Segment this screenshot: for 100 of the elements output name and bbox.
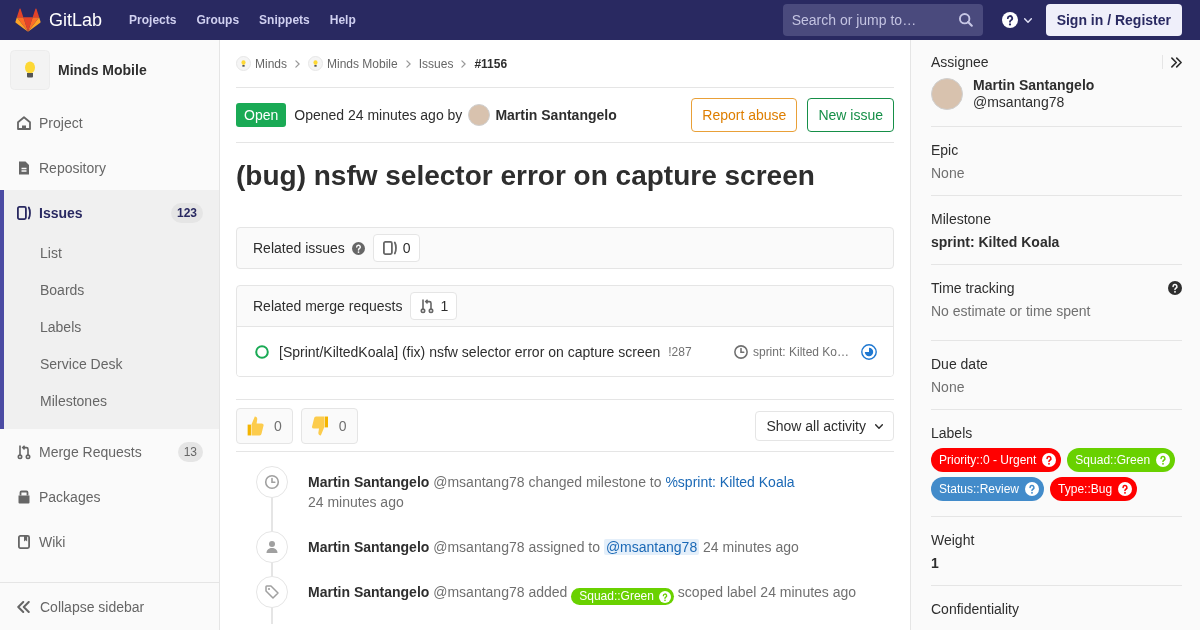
activity-filter-dropdown[interactable]: Show all activity <box>755 411 894 441</box>
milestone-text: sprint: Kilted Ko… <box>752 344 849 359</box>
document-icon <box>16 159 32 176</box>
fox-logo-icon[interactable] <box>15 8 41 32</box>
label-tag[interactable]: Type::Bug <box>1050 477 1138 501</box>
progress-circle-icon[interactable] <box>861 343 877 360</box>
section-value: None <box>931 164 966 183</box>
search-field[interactable]: Search or jump to… <box>782 4 983 36</box>
sidebar-subitem[interactable]: Boards <box>4 272 219 309</box>
question-circle-icon <box>1156 453 1171 467</box>
award-button[interactable]: 0 <box>236 408 293 444</box>
sidebar-item[interactable]: Merge Requests 13 <box>0 429 219 474</box>
section-value: 1 <box>931 554 940 573</box>
sidebar-item[interactable]: Packages <box>0 474 219 519</box>
opened-text: Opened 24 minutes ago by <box>294 107 463 123</box>
user-mention-link[interactable]: @msantang78 <box>603 539 700 555</box>
chevron-right-icon <box>461 59 467 68</box>
count-badge: 13 <box>177 441 203 462</box>
section-value: sprint: Kilted Koala <box>931 233 1061 252</box>
section-heading: Confidentiality <box>931 600 1019 619</box>
clock-icon <box>256 466 288 498</box>
label-tag[interactable]: Status::Review <box>931 477 1045 501</box>
merge-request-icon <box>419 298 436 314</box>
help-icon[interactable] <box>1168 281 1182 295</box>
question-circle-icon <box>1118 482 1133 496</box>
chevron-down-icon <box>875 423 883 429</box>
user-avatar <box>468 104 491 126</box>
nav-link[interactable]: Help <box>329 12 356 28</box>
search-icon <box>958 13 973 27</box>
lightbulb-icon <box>308 56 323 71</box>
double-chevron-left-icon <box>17 600 30 613</box>
person-icon <box>256 531 288 563</box>
breadcrumb-link[interactable]: #1156 <box>474 56 508 71</box>
breadcrumb-link[interactable]: Minds Mobile <box>308 56 398 71</box>
sidebar-item[interactable]: Issues 123 <box>4 190 219 235</box>
section-heading: Time tracking <box>931 279 1015 298</box>
chevron-right-icon <box>295 59 300 68</box>
help-icon[interactable] <box>1001 12 1018 28</box>
question-circle-icon <box>658 590 671 603</box>
project-name[interactable]: Minds Mobile <box>58 62 147 78</box>
section-heading: Epic <box>931 141 959 160</box>
section-value: None <box>931 378 966 397</box>
status-badge: Open <box>236 103 287 127</box>
collapse-sidebar-button[interactable]: Collapse sidebar <box>0 582 219 630</box>
sidebar-item[interactable]: Project <box>0 100 219 145</box>
sidebar-subitem[interactable]: Milestones <box>4 383 219 420</box>
assignee-name[interactable]: Martin Santangelo <box>973 77 1095 94</box>
merge-request-ref: !287 <box>668 344 692 359</box>
clock-icon <box>733 344 748 359</box>
merge-request-icon <box>16 443 32 460</box>
sidebar-subitem[interactable]: Labels <box>4 309 219 346</box>
count-text: 1 <box>440 298 449 314</box>
milestone-link[interactable]: %sprint: Kilted Koala <box>665 474 795 490</box>
note-text: Martin Santangelo @msantang78 changed milestone to %sprint: Kilted Koala 24 minutes ago <box>308 473 796 512</box>
count-text: 0 <box>402 240 411 256</box>
book-icon <box>16 533 32 550</box>
breadcrumb-link[interactable]: Minds <box>236 56 287 71</box>
nav-link[interactable]: Projects <box>129 12 177 28</box>
nav-link[interactable]: Snippets <box>259 12 310 28</box>
sidebar-subitem[interactable]: List <box>4 235 219 272</box>
merge-request-link[interactable]: [Sprint/KiltedKoala] (fix) nsfw selector error on capture screen <box>279 343 661 360</box>
section-title: Related merge requests <box>253 298 403 314</box>
lightbulb-icon <box>236 56 251 71</box>
breadcrumb-link[interactable]: Issues <box>418 56 454 71</box>
sign-in-button[interactable]: Sign in / Register <box>1045 4 1182 36</box>
section-heading: Weight <box>931 531 975 550</box>
issue-title: (bug) nsfw selector error on capture screen <box>236 159 816 193</box>
new-issue-button[interactable]: New issue <box>807 98 894 132</box>
issues-icon <box>16 204 32 221</box>
note-text: Martin Santangelo @msantang78 added Squad::Green scoped label 24 minutes ago <box>308 583 858 607</box>
double-chevron-right-icon[interactable] <box>1171 56 1182 68</box>
home-icon <box>16 114 32 131</box>
nav-link[interactable]: Groups <box>196 12 240 28</box>
question-circle-icon <box>1025 482 1040 496</box>
section-value: No estimate or time spent <box>931 302 1092 321</box>
section-heading: Due date <box>931 355 988 374</box>
label-tag[interactable]: Priority::0 - Urgent <box>931 448 1062 472</box>
author-link[interactable]: Martin Santangelo <box>495 107 617 123</box>
package-icon <box>16 488 32 505</box>
section-heading: Milestone <box>931 210 991 229</box>
chevron-right-icon <box>405 59 411 68</box>
question-circle-icon <box>1042 453 1057 467</box>
sidebar-item[interactable]: Wiki <box>0 519 219 564</box>
section-heading: Labels <box>931 424 973 443</box>
note-text: Martin Santangelo @msantang78 assigned to @msantang78 24 minutes ago <box>308 538 800 557</box>
section-title: Related issues <box>253 240 345 256</box>
issues-icon <box>381 240 398 256</box>
assignee-username: @msantang78 <box>973 94 1065 111</box>
brand-name[interactable]: GitLab <box>49 8 103 32</box>
tag-icon <box>256 576 288 608</box>
count-badge: 123 <box>170 202 203 223</box>
section-heading: Assignee <box>931 53 989 72</box>
chevron-down-icon[interactable] <box>1023 17 1032 23</box>
thumbs-down-icon <box>311 416 329 436</box>
user-avatar <box>931 78 963 110</box>
award-button[interactable]: 0 <box>300 408 358 444</box>
sidebar-subitem[interactable]: Service Desk <box>4 346 219 383</box>
report-abuse-button[interactable]: Report abuse <box>691 98 798 132</box>
thumbs-up-icon <box>247 416 264 436</box>
sidebar-item[interactable]: Repository <box>0 145 219 190</box>
